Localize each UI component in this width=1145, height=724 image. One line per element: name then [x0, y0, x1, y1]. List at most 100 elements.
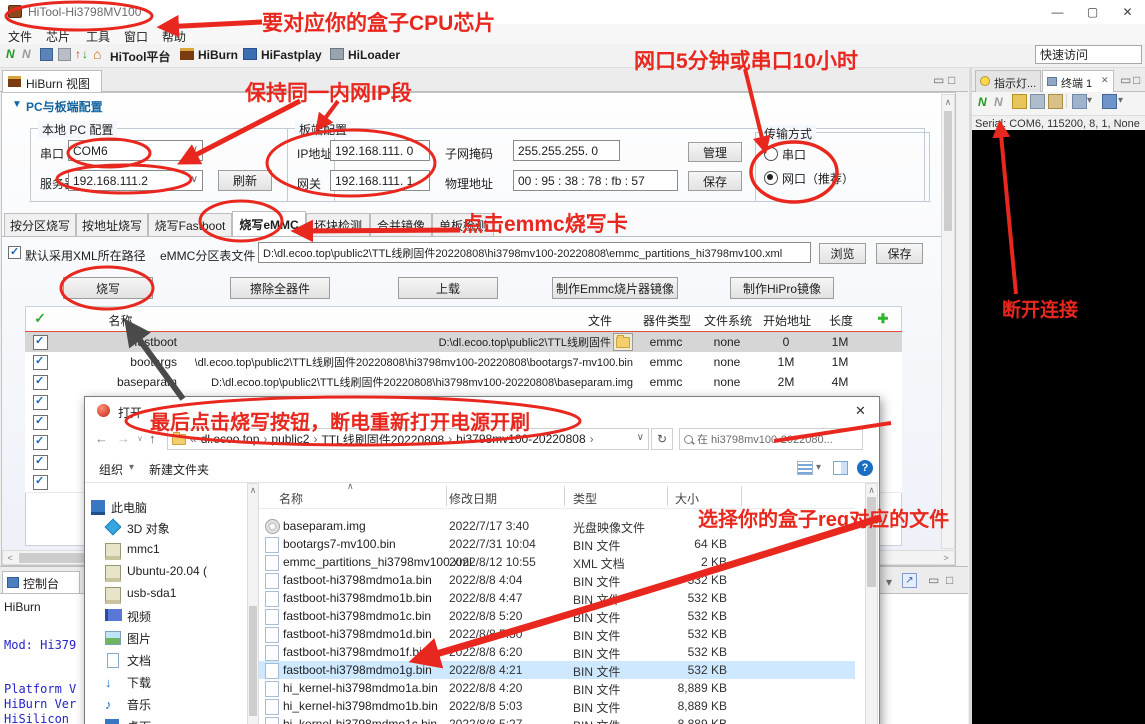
organize-button[interactable]: 组织	[99, 461, 123, 478]
row-file-cell[interactable]: D:\dl.ecoo.top\public2\TTL线刷固件20220808\h…	[195, 352, 633, 372]
launcher-hiloader[interactable]: HiLoader	[348, 48, 400, 62]
terminal-scroll-lock-icon[interactable]	[1048, 94, 1063, 109]
row-checkbox[interactable]	[33, 375, 48, 390]
table-row[interactable]: bootargs D:\dl.ecoo.top\public2\TTL线刷固件2…	[25, 352, 902, 373]
tab-address-burn[interactable]: 按地址烧写	[76, 213, 148, 236]
console-menu-caret-icon[interactable]: ▾	[886, 575, 892, 589]
tab-badblock-check[interactable]: 坏块检测	[306, 213, 370, 236]
breadcrumb-caret-icon[interactable]: ∨	[637, 432, 644, 443]
make-emmc-image-button[interactable]: 制作Emmc烧片器镜像	[552, 277, 678, 299]
home-icon[interactable]: ⌂	[93, 46, 101, 62]
sidebar-scrollbar[interactable]: ∧	[247, 483, 259, 724]
row-checkbox[interactable]	[33, 355, 48, 370]
tab-emmc-burn[interactable]: 烧写eMMC	[232, 211, 306, 236]
xml-save-button[interactable]: 保存	[876, 243, 923, 264]
file-col-date[interactable]: 修改日期	[449, 490, 497, 507]
column-divider[interactable]	[564, 486, 565, 506]
mac-input[interactable]: 00 : 95 : 38 : 78 : fb : 57	[513, 170, 678, 191]
network-radio-label[interactable]: 网口（推荐）	[782, 170, 854, 187]
erase-button[interactable]: 擦除全器件	[230, 277, 330, 299]
board-ip-input[interactable]: 192.168.111. 0	[330, 140, 430, 161]
nav-history-caret-icon[interactable]: ∨	[137, 434, 143, 443]
scroll-up-icon[interactable]: ∧	[866, 484, 877, 496]
disconnect-icon[interactable]: N	[22, 47, 31, 61]
crumb-separator-icon[interactable]: ›	[590, 432, 594, 446]
maximize-button[interactable]: ▢	[1075, 0, 1110, 24]
serial-radio-label[interactable]: 串口	[782, 146, 806, 163]
table-row[interactable]: baseparam D:\dl.ecoo.top\public2\TTL线刷固件…	[25, 372, 902, 393]
console-export-icon[interactable]: ↗	[902, 573, 917, 588]
burn-button[interactable]: 烧写	[63, 277, 153, 299]
col-name[interactable]: 名称	[50, 312, 191, 329]
xml-path-input[interactable]: D:\dl.ecoo.top\public2\TTL线刷固件20220808\h…	[258, 242, 811, 263]
add-row-icon[interactable]: ✚	[868, 311, 898, 327]
upload-button[interactable]: 上载	[398, 277, 498, 299]
row-file-cell[interactable]: D:\dl.ecoo.top\public2\TTL线刷固件20220808\h…	[195, 372, 633, 392]
file-row-selected[interactable]: fastboot-hi3798mdmo1g.bin 2022/8/8 4:21 …	[259, 661, 855, 679]
launcher-hitool[interactable]: HiTool平台	[110, 48, 170, 65]
section-collapse-icon[interactable]: ▼	[12, 99, 22, 110]
col-fs[interactable]: 文件系统	[698, 312, 758, 329]
tab-partition-burn[interactable]: 按分区烧写	[4, 213, 76, 236]
file-row[interactable]: fastboot-hi3798mdmo1f.bin 2022/8/8 6:20 …	[259, 643, 855, 661]
launcher-hiburn[interactable]: HiBurn	[198, 48, 238, 62]
file-row[interactable]: fastboot-hi3798mdmo1c.bin 2022/8/8 5:20 …	[259, 607, 855, 625]
menu-chip[interactable]: 芯片	[46, 28, 70, 45]
row-checkbox[interactable]	[33, 395, 48, 410]
refresh-button[interactable]: 刷新	[218, 170, 272, 191]
network-radio[interactable]	[764, 171, 778, 185]
row-checkbox[interactable]	[33, 335, 48, 350]
col-length[interactable]: 长度	[816, 312, 866, 329]
console-minimize-icon[interactable]: ▭	[928, 573, 939, 587]
make-hipro-image-button[interactable]: 制作HiPro镜像	[730, 277, 834, 299]
scroll-right-icon[interactable]: >	[939, 551, 953, 564]
view-mode-icon[interactable]	[797, 461, 813, 475]
col-device[interactable]: 器件类型	[638, 312, 696, 329]
menu-help[interactable]: 帮助	[162, 28, 186, 45]
chevron-down-icon[interactable]: ∨	[191, 174, 198, 185]
vertical-scrollbar[interactable]: ∧	[941, 94, 955, 549]
terminal-disconnect-icon[interactable]: N	[994, 95, 1003, 109]
connect-icon[interactable]: N	[6, 47, 15, 61]
chevron-down-icon[interactable]: ∨	[191, 144, 198, 155]
terminal-properties-icon[interactable]	[1012, 94, 1027, 109]
file-row[interactable]: fastboot-hi3798mdmo1d.bin 2022/8/8 5:50 …	[259, 625, 855, 643]
file-row[interactable]: fastboot-hi3798mdmo1b.bin 2022/8/8 4:47 …	[259, 589, 855, 607]
tab-fastboot-burn[interactable]: 烧写Fastboot	[148, 213, 232, 236]
close-button[interactable]: ✕	[1110, 0, 1145, 24]
tab-merge-image[interactable]: 合并镜像	[370, 213, 432, 236]
scroll-up-icon[interactable]: ∧	[248, 484, 258, 496]
transfer-up-icon[interactable]: ↑	[75, 47, 81, 61]
column-divider[interactable]	[446, 486, 447, 506]
launcher-hifastplay[interactable]: HiFastplay	[261, 48, 322, 62]
new-terminal-caret-icon[interactable]: ▾	[1118, 95, 1123, 106]
console-maximize-icon[interactable]: □	[946, 573, 953, 587]
tab-indicator-lights[interactable]: 指示灯...	[975, 70, 1041, 92]
board-save-button[interactable]: 保存	[688, 171, 742, 191]
row-checkbox[interactable]	[33, 415, 48, 430]
tab-terminal-1[interactable]: 终端 1 ✕	[1042, 70, 1114, 92]
view-maximize-icon[interactable]: □	[948, 73, 955, 87]
help-icon[interactable]: ?	[857, 460, 873, 476]
check-all-icon[interactable]: ✓	[30, 310, 50, 327]
new-folder-button[interactable]: 新建文件夹	[149, 461, 209, 478]
file-col-name[interactable]: 名称	[279, 490, 303, 507]
search-input[interactable]: 在 hi3798mv100-2022080...	[679, 428, 863, 450]
nav-forward-icon[interactable]: →	[117, 431, 130, 446]
menu-window[interactable]: 窗口	[124, 28, 148, 45]
col-start[interactable]: 开始地址	[760, 312, 814, 329]
menu-file[interactable]: 文件	[8, 28, 32, 45]
netmask-input[interactable]: 255.255.255. 0	[513, 140, 620, 161]
serial-radio[interactable]	[764, 147, 778, 161]
terminal-remote-icon[interactable]	[1072, 94, 1087, 109]
serial-port-combo[interactable]: COM6 ∨	[68, 140, 203, 161]
minimize-button[interactable]: —	[1040, 0, 1075, 24]
terminal-columns-icon[interactable]	[1030, 94, 1045, 109]
terminal-tab-close-icon[interactable]: ✕	[1101, 75, 1109, 86]
row-checkbox[interactable]	[33, 475, 48, 490]
console-tab[interactable]: 控制台	[2, 571, 80, 593]
terminal-connect-icon[interactable]: N	[978, 95, 987, 109]
file-row[interactable]: fastboot-hi3798mdmo1a.bin 2022/8/8 4:04 …	[259, 571, 855, 589]
panel-maximize-icon[interactable]: □	[1133, 73, 1140, 87]
file-row[interactable]: emmc_partitions_hi3798mv100.xml 2022/8/1…	[259, 553, 855, 571]
